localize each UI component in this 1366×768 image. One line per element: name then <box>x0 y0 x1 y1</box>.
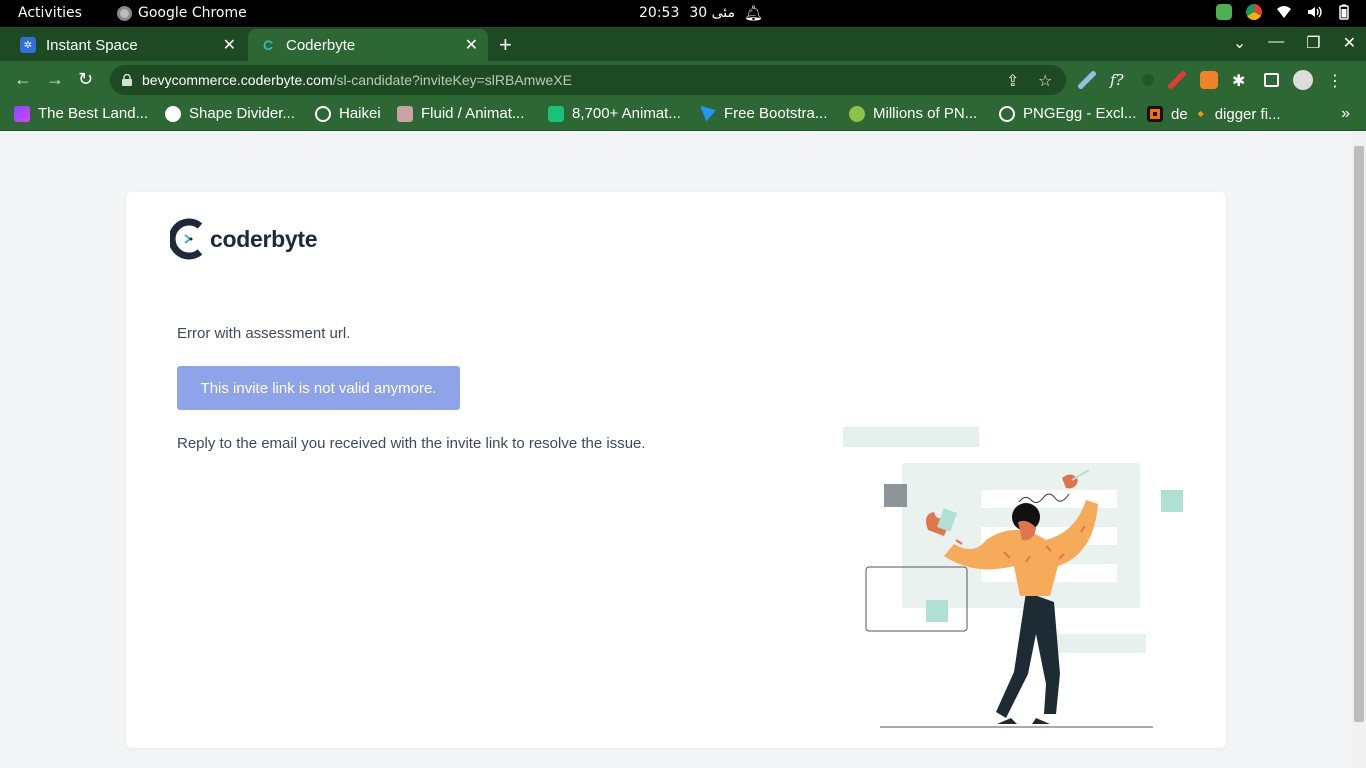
instant-space-favicon: ✲ <box>20 37 36 53</box>
bookmark-item[interactable]: Millions of PN... <box>849 105 977 122</box>
chrome-tray-icon <box>1246 4 1262 20</box>
more-bookmarks-icon[interactable]: » <box>1341 105 1350 123</box>
clock-time: 20:53 <box>639 5 680 21</box>
metamask-extension-icon[interactable] <box>1200 71 1218 89</box>
bookmark-item[interactable]: Haikei <box>315 105 381 122</box>
coderbyte-favicon: C <box>262 37 274 53</box>
close-window-button[interactable]: ✕ <box>1343 33 1356 53</box>
tab-search-icon[interactable]: ⌄ <box>1233 33 1246 53</box>
reply-instruction: Reply to the email you received with the… <box>177 435 646 452</box>
minimize-button[interactable]: — <box>1268 33 1284 53</box>
bootstrap-icon <box>700 105 716 122</box>
digger-icon <box>1147 106 1163 122</box>
invalid-link-notice: This invite link is not valid anymore. <box>177 366 460 410</box>
bookmark-label: de 🔸 digger fi... <box>1171 106 1281 123</box>
person-writing-illustration <box>843 427 1183 728</box>
forward-button[interactable]: → <box>46 69 64 90</box>
share-icon[interactable]: ⇪ <box>1006 71 1019 91</box>
page-scrollbar[interactable] <box>1352 132 1366 768</box>
scrollbar-thumb[interactable] <box>1354 146 1364 722</box>
bookmark-item[interactable]: 8,700+ Animat... <box>548 105 681 122</box>
profile-avatar[interactable] <box>1293 70 1313 90</box>
activities-button[interactable]: Activities <box>18 5 82 21</box>
bookmark-label: Haikei <box>339 105 381 122</box>
restore-button[interactable]: ❐ <box>1306 33 1320 53</box>
volume-icon <box>1306 4 1322 20</box>
clock[interactable]: 20:53 30 مئى <box>639 5 735 21</box>
tab-strip: ✲ Instant Space ✕ C Coderbyte ✕ + ⌄ — ❐ … <box>0 27 1366 61</box>
coderbyte-logo[interactable]: coderbyte <box>170 218 318 260</box>
bookmark-item[interactable]: PNGEgg - Excl... <box>999 105 1136 122</box>
bell-icon: 🔔︎ <box>744 4 764 22</box>
clock-date: 30 مئى <box>689 5 736 21</box>
tab-title: Instant Space <box>46 36 138 54</box>
crown-icon <box>548 105 564 122</box>
extensions-area: f? ✱ ⋮ <box>1078 70 1345 90</box>
bookmark-label: Free Bootstra... <box>724 105 828 122</box>
close-tab-icon[interactable]: ✕ <box>465 35 478 55</box>
logo-wordmark: coderbyte <box>210 225 318 252</box>
fonts-ninja-extension-icon[interactable]: f? <box>1110 71 1128 89</box>
app-menu[interactable]: Google Chrome <box>117 5 247 21</box>
error-card: coderbyte Error with assessment url. Thi… <box>126 192 1226 748</box>
bookmark-star-icon[interactable]: ☆ <box>1038 71 1052 91</box>
error-heading: Error with assessment url. <box>177 325 351 342</box>
bookmark-label: Shape Divider... <box>189 105 295 122</box>
bookmark-label: The Best Land... <box>38 105 149 122</box>
wifi-icon <box>1276 4 1292 20</box>
app-name: Google Chrome <box>138 5 247 21</box>
window-controls: ⌄ — ❐ ✕ <box>1233 33 1356 53</box>
system-top-bar: Activities Google Chrome 20:53 30 مئى 🔔︎ <box>0 0 1366 27</box>
chrome-icon <box>117 5 132 21</box>
pngwing-icon <box>849 105 865 122</box>
bookmark-item[interactable]: de 🔸 digger fi... <box>1147 105 1281 123</box>
side-panel-icon[interactable] <box>1264 73 1279 87</box>
coderbyte-logo-icon <box>170 218 203 260</box>
update-icon <box>1216 4 1232 20</box>
globe-icon <box>315 105 331 122</box>
dark-extension-icon[interactable] <box>1142 74 1154 86</box>
lock-icon[interactable] <box>122 73 132 86</box>
browser-toolbar: ← → ↻ bevycommerce.coderbyte.com/sl-cand… <box>0 61 1366 99</box>
bookmarks-bar: The Best Land... Shape Divider... Haikei… <box>0 99 1366 131</box>
bookmark-item[interactable]: Fluid / Animat... <box>397 105 524 122</box>
fluid-icon <box>397 105 413 122</box>
bookmark-label: 8,700+ Animat... <box>572 105 681 122</box>
purple-icon <box>14 105 30 122</box>
url-host: bevycommerce.coderbyte.com <box>142 72 333 88</box>
tab-coderbyte[interactable]: C Coderbyte ✕ <box>248 29 488 61</box>
bookmark-label: Millions of PN... <box>873 105 978 122</box>
bookmark-label: Fluid / Animat... <box>421 105 525 122</box>
back-button[interactable]: ← <box>14 69 32 90</box>
reload-button[interactable]: ↻ <box>78 69 93 90</box>
url-path: /sl-candidate?inviteKey=slRBAmweXE <box>332 72 572 88</box>
pen-extension-icon[interactable] <box>1168 71 1186 89</box>
new-tab-button[interactable]: + <box>499 32 512 58</box>
address-bar[interactable]: bevycommerce.coderbyte.com/sl-candidate?… <box>110 65 1066 95</box>
puzzle-extensions-icon[interactable]: ✱ <box>1232 71 1250 90</box>
bookmark-item[interactable]: The Best Land... <box>14 105 148 122</box>
shape-icon <box>165 105 181 122</box>
battery-icon <box>1336 4 1352 20</box>
page-viewport: coderbyte Error with assessment url. Thi… <box>0 132 1352 768</box>
url-text: bevycommerce.coderbyte.com/sl-candidate?… <box>142 72 572 88</box>
tab-instant-space[interactable]: ✲ Instant Space ✕ <box>8 29 246 61</box>
bookmark-item[interactable]: Free Bootstra... <box>700 105 827 122</box>
bookmark-label: PNGEgg - Excl... <box>1023 105 1137 122</box>
bookmark-item[interactable]: Shape Divider... <box>165 105 295 122</box>
tab-title: Coderbyte <box>286 36 356 54</box>
close-tab-icon[interactable]: ✕ <box>223 35 236 55</box>
system-tray[interactable] <box>1216 4 1352 20</box>
menu-kebab-icon[interactable]: ⋮ <box>1327 71 1345 90</box>
globe-icon <box>999 105 1015 122</box>
colorpick-extension-icon[interactable] <box>1078 71 1096 89</box>
